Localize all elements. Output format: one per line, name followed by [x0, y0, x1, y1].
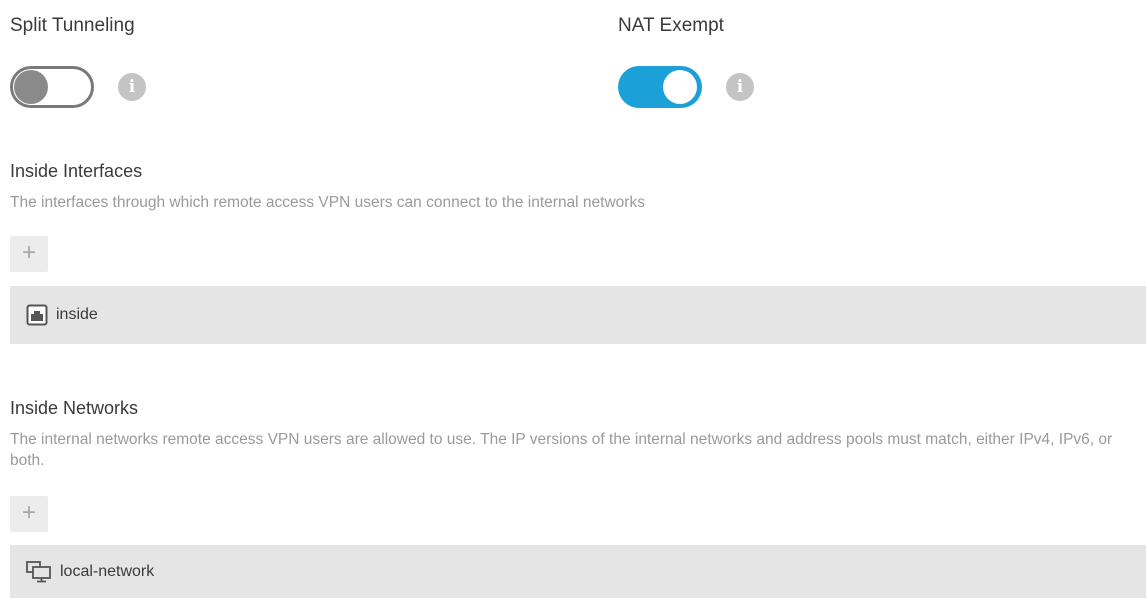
nat-exempt-group: NAT Exempt i	[618, 14, 754, 108]
split-tunneling-group: Split Tunneling i	[10, 14, 146, 108]
inside-interfaces-description: The interfaces through which remote acce…	[10, 194, 645, 211]
toggle-knob	[663, 70, 697, 104]
vpn-settings-page: Split Tunneling i NAT Exempt i Inside In…	[0, 0, 1146, 598]
split-tunneling-toggle[interactable]	[10, 66, 94, 108]
network-label: local-network	[60, 562, 155, 580]
interface-icon	[26, 304, 48, 326]
list-item[interactable]: local-network	[10, 545, 1146, 598]
inside-networks-description: The internal networks remote access VPN …	[10, 431, 1113, 469]
toggle-knob	[14, 70, 48, 104]
info-icon[interactable]: i	[118, 73, 146, 101]
add-interface-button[interactable]: +	[10, 236, 48, 272]
split-tunneling-label: Split Tunneling	[10, 15, 135, 36]
info-icon[interactable]: i	[726, 73, 754, 101]
add-network-button[interactable]: +	[10, 496, 48, 532]
nat-exempt-label: NAT Exempt	[618, 15, 724, 36]
inside-networks-title: Inside Networks	[10, 398, 139, 418]
interface-label: inside	[56, 306, 98, 323]
nat-exempt-toggle[interactable]	[618, 66, 702, 108]
list-item[interactable]: inside	[10, 286, 1146, 344]
inside-interfaces-title: Inside Interfaces	[10, 161, 143, 181]
network-object-icon	[26, 560, 52, 583]
